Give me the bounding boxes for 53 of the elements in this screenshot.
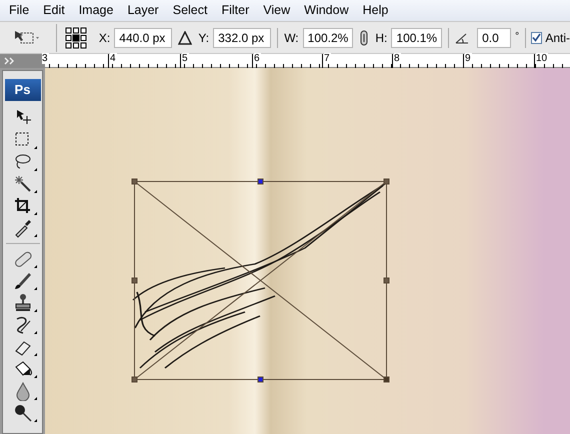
menu-item[interactable]: View <box>256 1 298 20</box>
tool-eyedropper-icon[interactable] <box>12 218 32 238</box>
flyout-corner-icon <box>34 397 36 400</box>
menu-item[interactable]: Help <box>356 1 396 20</box>
link-icon[interactable] <box>359 30 370 46</box>
tool-stamp-icon[interactable] <box>12 293 32 313</box>
photoshop-logo[interactable]: Ps <box>4 79 40 101</box>
tool-brush-icon[interactable] <box>12 271 32 291</box>
ruler-label: 9 <box>465 53 472 64</box>
degree-sign: ° <box>515 30 520 44</box>
field-label: Y: <box>198 30 210 46</box>
ruler-label: 4 <box>110 53 117 64</box>
flyout-corner-icon <box>34 309 36 312</box>
menu-item[interactable]: Select <box>166 1 214 20</box>
menu-item[interactable]: Image <box>72 1 120 20</box>
field-label: H: <box>375 30 388 46</box>
angle-icon <box>455 32 470 44</box>
reference-point-icon[interactable] <box>64 26 87 48</box>
ruler-label: 7 <box>324 53 331 64</box>
flyout-corner-icon <box>34 353 36 356</box>
tool-crop-icon[interactable] <box>12 196 32 216</box>
ruler-label: 3 <box>42 53 49 64</box>
menu-item[interactable]: File <box>2 1 36 20</box>
flyout-corner-icon <box>34 168 36 171</box>
flyout-corner-icon <box>34 375 36 378</box>
flyout-corner-icon <box>34 331 36 334</box>
flyout-corner-icon <box>34 419 36 422</box>
ruler-label: 8 <box>394 53 401 64</box>
input-field[interactable]: 0.0 <box>477 28 512 48</box>
flyout-corner-icon <box>34 234 36 237</box>
flyout-corner-icon <box>34 146 36 149</box>
flyout-corner-icon <box>34 265 36 268</box>
flyout-corner-icon <box>34 190 36 193</box>
menu-item[interactable]: Layer <box>120 1 166 20</box>
tool-dodge-icon[interactable] <box>12 403 32 423</box>
field-label: W: <box>284 30 299 46</box>
field-label: X: <box>98 30 110 46</box>
ruler-label: 6 <box>254 53 261 64</box>
checkbox[interactable] <box>531 32 542 44</box>
input-field[interactable]: 440.0 px <box>114 28 172 48</box>
menu-item[interactable]: Edit <box>36 1 72 20</box>
flyout-corner-icon <box>34 287 36 290</box>
input-field[interactable]: 100.1% <box>391 28 442 48</box>
menu-item[interactable]: Filter <box>214 1 256 20</box>
checkbox-label: Anti- <box>545 30 570 46</box>
ruler-label: 10 <box>536 53 548 64</box>
flyout-corner-icon <box>34 212 36 215</box>
triangle-icon <box>178 30 192 44</box>
ruler-label: 5 <box>182 53 189 64</box>
menu-item[interactable]: Window <box>297 1 356 20</box>
tool-magic-wand-icon[interactable] <box>12 174 32 194</box>
input-field[interactable]: 100.2% <box>302 28 354 48</box>
input-field[interactable]: 332.0 px <box>213 28 272 48</box>
